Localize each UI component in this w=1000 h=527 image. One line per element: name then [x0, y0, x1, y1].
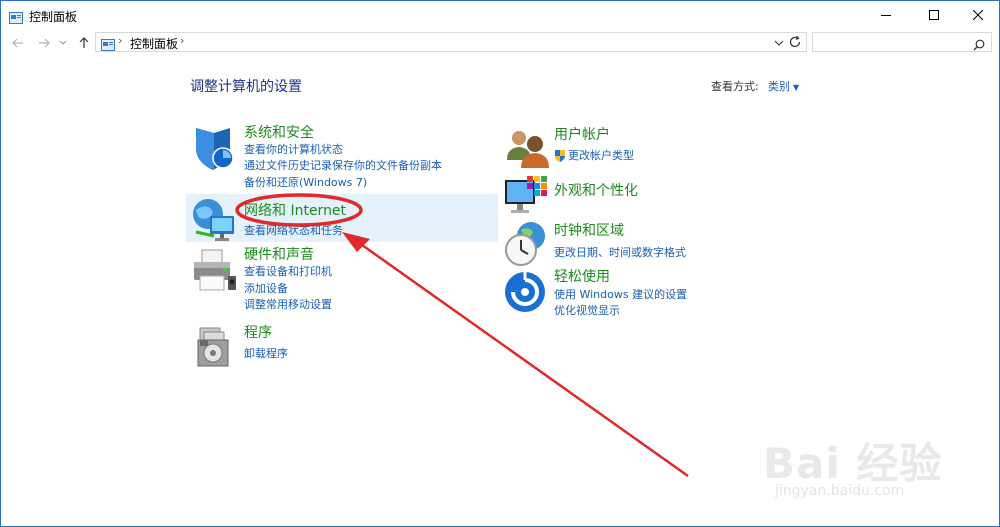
search-icon[interactable]	[973, 36, 985, 55]
up-arrow-icon	[79, 37, 89, 48]
view-by-value[interactable]: 类别	[768, 80, 790, 93]
ease-of-access-icon[interactable]	[503, 268, 551, 316]
window-title: 控制面板	[29, 10, 78, 24]
category-ease-of-access: 轻松使用 使用 Windows 建议的设置 优化视觉显示	[503, 268, 803, 318]
back-button[interactable]	[9, 34, 27, 52]
shield-icon[interactable]	[190, 124, 238, 172]
maximize-button[interactable]	[911, 1, 957, 29]
recent-locations-button[interactable]	[57, 34, 69, 52]
search-input[interactable]	[817, 35, 971, 53]
title-bar: 控制面板	[1, 1, 999, 29]
link-uninstall-program[interactable]: 卸载程序	[244, 345, 288, 361]
link-file-history[interactable]: 通过文件历史记录保存你的文件备份副本	[244, 157, 442, 173]
monitor-palette-icon[interactable]	[503, 174, 551, 222]
users-icon[interactable]	[503, 126, 551, 174]
watermark-url: jingyan.baidu.com	[775, 483, 905, 499]
category-title[interactable]: 轻松使用	[554, 266, 610, 286]
category-clock-region: 时钟和区域 更改日期、时间或数字格式	[503, 220, 803, 266]
navigation-bar: › 控制面板 ›	[1, 30, 999, 56]
control-panel-icon	[9, 9, 23, 28]
link-change-account-type[interactable]: 更改帐户类型	[568, 147, 634, 163]
watermark-logo: Bai 经验	[763, 439, 943, 488]
programs-icon[interactable]	[190, 322, 238, 370]
view-by-dropdown[interactable]: 类别 ▼	[768, 78, 799, 94]
caret-down-icon: ▼	[793, 83, 800, 92]
minimize-icon	[881, 15, 891, 16]
chevron-down-icon	[59, 40, 67, 45]
link-backup-restore[interactable]: 备份和还原(Windows 7)	[244, 174, 367, 190]
category-programs: 程序 卸载程序	[190, 322, 490, 367]
refresh-icon	[789, 35, 801, 48]
maximize-icon	[929, 10, 939, 20]
address-dropdown-button[interactable]	[774, 35, 784, 54]
category-system-security: 系统和安全 查看你的计算机状态 通过文件历史记录保存你的文件备份副本 备份和还原…	[190, 124, 490, 190]
chevron-down-icon	[774, 40, 784, 46]
back-arrow-icon	[12, 38, 23, 48]
category-title[interactable]: 硬件和声音	[244, 244, 314, 264]
clock-globe-icon[interactable]	[503, 220, 551, 268]
category-network-internet: 网络和 Internet 查看网络状态和任务	[190, 196, 490, 241]
search-box[interactable]	[812, 32, 992, 55]
network-globe-icon[interactable]	[190, 196, 238, 244]
category-title[interactable]: 系统和安全	[244, 122, 314, 142]
category-appearance: 外观和个性化	[503, 174, 803, 218]
category-title[interactable]: 网络和 Internet	[244, 200, 346, 220]
view-by-label: 查看方式:	[711, 80, 759, 93]
category-title[interactable]: 时钟和区域	[554, 220, 624, 240]
link-optimize-display[interactable]: 优化视觉显示	[554, 302, 620, 318]
category-title[interactable]: 程序	[244, 322, 272, 342]
link-add-device[interactable]: 添加设备	[244, 280, 288, 296]
forward-arrow-icon	[39, 38, 50, 48]
printer-icon[interactable]	[190, 246, 238, 294]
link-devices-printers[interactable]: 查看设备和打印机	[244, 263, 332, 279]
category-title[interactable]: 用户帐户	[554, 124, 610, 144]
close-icon	[973, 10, 983, 20]
control-panel-icon	[101, 36, 115, 55]
forward-button[interactable]	[35, 34, 53, 52]
category-title[interactable]: 外观和个性化	[554, 180, 638, 200]
link-view-network-status[interactable]: 查看网络状态和任务	[244, 222, 343, 238]
link-view-computer-status[interactable]: 查看你的计算机状态	[244, 141, 343, 157]
uac-shield-icon	[554, 147, 566, 166]
address-bar[interactable]: › 控制面板 ›	[95, 32, 807, 52]
refresh-button[interactable]	[788, 34, 802, 53]
close-button[interactable]	[955, 1, 1000, 29]
breadcrumb-control-panel[interactable]: 控制面板	[130, 35, 178, 52]
up-button[interactable]	[75, 34, 93, 52]
link-recommended-settings[interactable]: 使用 Windows 建议的设置	[554, 286, 687, 302]
page-title: 调整计算机的设置	[190, 79, 302, 95]
breadcrumb-separator-icon[interactable]: ›	[118, 34, 122, 47]
minimize-button[interactable]	[863, 1, 909, 29]
link-date-time-format[interactable]: 更改日期、时间或数字格式	[554, 244, 686, 260]
link-mobility-settings[interactable]: 调整常用移动设置	[244, 296, 332, 312]
category-hardware-sound: 硬件和声音 查看设备和打印机 添加设备 调整常用移动设置	[190, 246, 490, 312]
category-user-accounts: 用户帐户 更改帐户类型	[503, 126, 803, 170]
breadcrumb-separator-icon[interactable]: ›	[180, 34, 184, 47]
